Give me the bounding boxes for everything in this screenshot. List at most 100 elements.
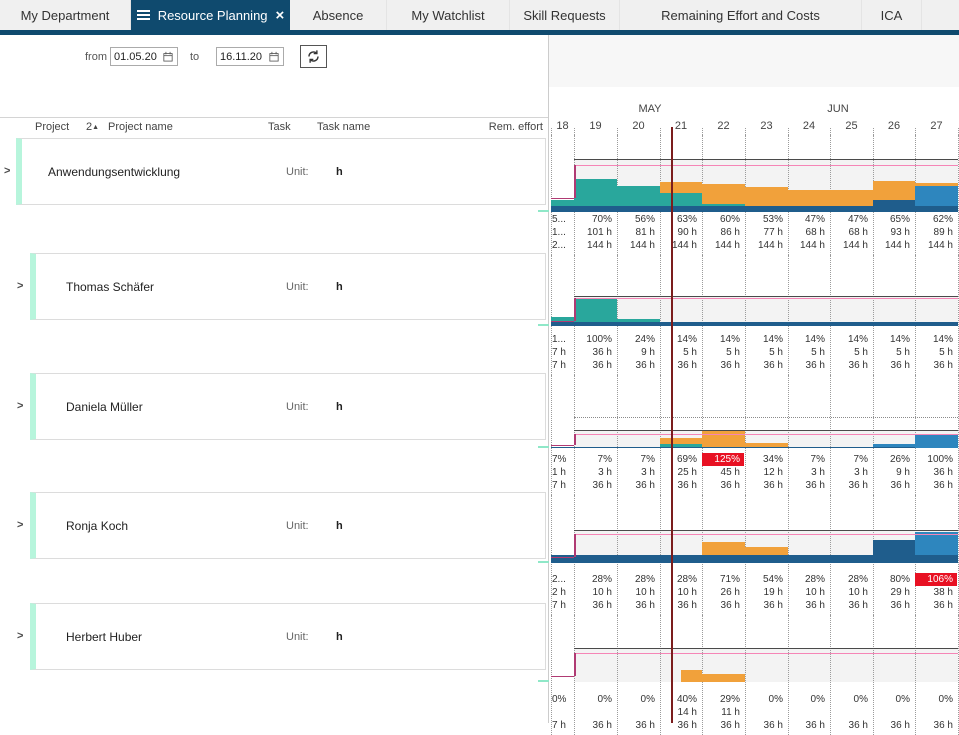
capacity-hours: 144 h: [915, 239, 957, 252]
planned-hours: [830, 706, 872, 719]
utilization-bar-segment-strip: [574, 206, 617, 212]
refresh-button[interactable]: [300, 45, 327, 68]
utilization-percent: 14%: [702, 333, 744, 346]
unit-label: Unit:: [286, 631, 309, 643]
resource-name: Thomas Schäfer: [66, 280, 154, 294]
utilization-bar-segment-orange: [702, 674, 745, 682]
utilization-percent: 14%: [915, 333, 957, 346]
timeline-tick: [788, 128, 789, 135]
to-date-input[interactable]: [220, 51, 266, 63]
unit-label: Unit:: [286, 520, 309, 532]
utilization-percent: 7%: [551, 453, 572, 466]
utilization-bar-segment-strip: [830, 555, 873, 563]
planned-hours: 29 h: [873, 586, 914, 599]
unit-label: Unit:: [286, 401, 309, 413]
utilization-bar-segment-strip: [915, 322, 958, 326]
planned-hours: 45 h: [702, 466, 744, 479]
planned-hours: [551, 706, 572, 719]
expand-row-chevron[interactable]: >: [17, 399, 31, 413]
utilization-bar-segment-blue: [915, 532, 958, 555]
sort-indicator[interactable]: 2▲: [86, 121, 99, 133]
utilization-percent: 2...: [551, 573, 572, 586]
timeline-tick: [915, 128, 916, 135]
utilization-percent: 14%: [830, 333, 872, 346]
menu-icon[interactable]: [137, 8, 150, 22]
tab-label: Absence: [313, 8, 364, 23]
tab-skill-requests[interactable]: Skill Requests: [510, 0, 620, 30]
timeline-tick: [551, 128, 552, 135]
tab-remaining-effort-and-costs[interactable]: Remaining Effort and Costs: [620, 0, 862, 30]
utilization-percent: 28%: [617, 573, 659, 586]
capacity-line-week18: [551, 557, 574, 558]
capacity-hours: 36 h: [702, 719, 744, 732]
from-date-field[interactable]: [110, 47, 178, 66]
capacity-hours: 36 h: [788, 599, 829, 612]
resource-card-herbert-huber[interactable]: Herbert HuberUnit:h: [30, 603, 546, 670]
planned-hours: 101 h: [574, 226, 616, 239]
utilization-percent: 1...: [551, 333, 572, 346]
capacity-hours: 36 h: [574, 479, 616, 492]
tab-my-watchlist[interactable]: My Watchlist: [387, 0, 510, 30]
utilization-bar-segment-strip: [788, 206, 830, 212]
utilization-percent: 71%: [702, 573, 744, 586]
planned-hours: 68 h: [788, 226, 829, 239]
capacity-hours: 36 h: [617, 719, 659, 732]
expand-row-chevron[interactable]: >: [17, 518, 31, 532]
to-date-field[interactable]: [216, 47, 284, 66]
planned-hours: [915, 706, 957, 719]
capacity-step-connector: [574, 434, 576, 445]
planned-hours: 5 h: [702, 346, 744, 359]
month-label-jun: JUN: [816, 103, 860, 115]
utilization-percent: 14%: [745, 333, 787, 346]
resource-card-ronja-koch[interactable]: Ronja KochUnit:h: [30, 492, 546, 559]
utilization-percent: 54%: [745, 573, 787, 586]
planned-hours: 5 h: [873, 346, 914, 359]
tab-absence[interactable]: Absence: [290, 0, 387, 30]
capacity-max-line: [574, 159, 958, 160]
planned-hours: 14 h: [660, 706, 701, 719]
expand-row-chevron[interactable]: >: [17, 279, 31, 293]
planned-hours: 1 h: [551, 466, 572, 479]
utilization-bar-segment-strip: [660, 447, 702, 448]
capacity-hours: 36 h: [873, 719, 914, 732]
capacity-hours: 36 h: [660, 719, 701, 732]
utilization-percent: 106%: [915, 573, 957, 586]
planned-hours: 9 h: [617, 346, 659, 359]
utilization-percent: 0%: [551, 693, 572, 706]
from-date-input[interactable]: [114, 51, 160, 63]
resource-card-anwendungsentwicklung[interactable]: AnwendungsentwicklungUnit:h: [16, 138, 546, 205]
capacity-hours: 7 h: [551, 479, 572, 492]
unit-value: h: [336, 631, 343, 643]
utilization-bar-segment-strip: [617, 322, 660, 326]
capacity-hours: 36 h: [830, 479, 872, 492]
utilization-percent: 24%: [617, 333, 659, 346]
utilization-bar-segment-strip: [745, 447, 788, 448]
utilization-percent: 28%: [788, 573, 829, 586]
planned-hours: 77 h: [745, 226, 787, 239]
planned-hours: 5 h: [788, 346, 829, 359]
utilization-bar-segment-orange: [745, 443, 788, 447]
capacity-hours: 36 h: [660, 359, 701, 372]
planned-hours: 10 h: [617, 586, 659, 599]
resource-card-thomas-sch-fer[interactable]: Thomas SchäferUnit:h: [30, 253, 546, 320]
utilization-percent: 47%: [830, 213, 872, 226]
tab-ica[interactable]: ICA: [862, 0, 922, 30]
utilization-percent: 14%: [660, 333, 701, 346]
planned-hours: 10 h: [574, 586, 616, 599]
capacity-hours: 36 h: [830, 719, 872, 732]
to-label: to: [190, 51, 199, 63]
resource-card-daniela-m-ller[interactable]: Daniela MüllerUnit:h: [30, 373, 546, 440]
tab-my-department[interactable]: My Department: [0, 0, 131, 30]
capacity-step-connector: [574, 165, 576, 198]
expand-row-chevron[interactable]: >: [17, 629, 31, 643]
unit-label: Unit:: [286, 166, 309, 178]
capacity-hours: 36 h: [574, 359, 616, 372]
tab-resource-planning[interactable]: Resource Planning×: [131, 0, 290, 30]
capacity-hours: 144 h: [660, 239, 701, 252]
close-tab-icon[interactable]: ×: [276, 8, 285, 23]
capacity-hours: 144 h: [788, 239, 829, 252]
calendar-icon[interactable]: [163, 51, 173, 62]
capacity-hours: 36 h: [915, 359, 957, 372]
planned-hours: 3 h: [574, 466, 616, 479]
calendar-icon[interactable]: [269, 51, 279, 62]
